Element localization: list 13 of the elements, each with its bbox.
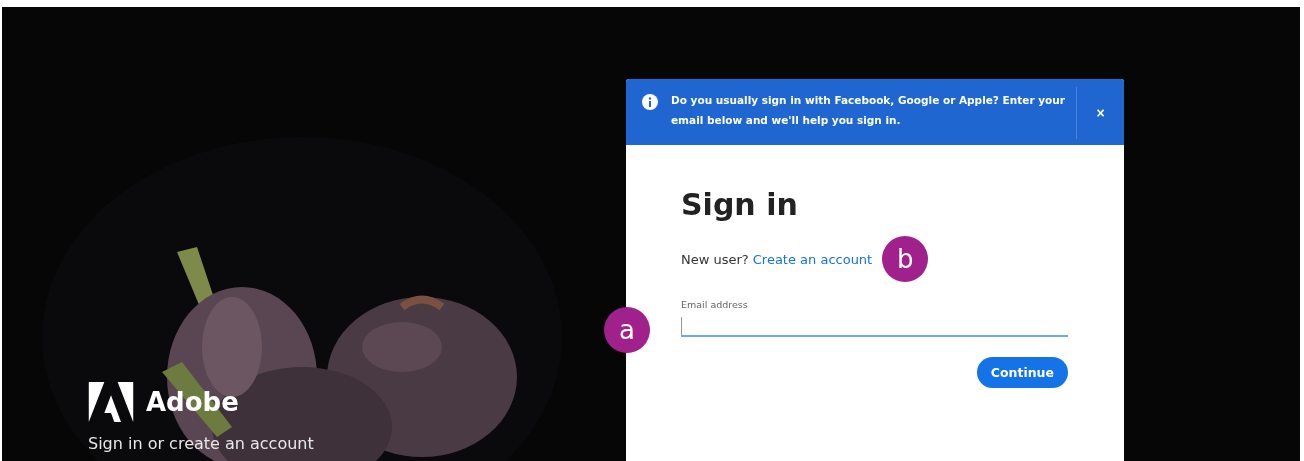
callout-badge: a — [604, 307, 650, 353]
brand-name: Adobe — [146, 387, 239, 417]
field-label: Email address — [681, 298, 748, 311]
info-icon — [642, 94, 658, 110]
tagline: Sign in or create an account — [88, 434, 315, 453]
callout-badge: b — [882, 236, 929, 282]
dialog-title: Sign in — [681, 187, 799, 222]
close-button[interactable]: × — [1076, 87, 1124, 139]
logo-icon — [88, 382, 134, 422]
banner-message: Do you usually sign in with Facebook, Google or Apple? Enter your email below and we'll help you sign in. — [671, 93, 1066, 128]
continue-button[interactable]: Continue — [976, 357, 1068, 388]
create-account-link[interactable]: Create an account — [752, 251, 873, 267]
new-user-prompt: New user? — [681, 251, 749, 267]
